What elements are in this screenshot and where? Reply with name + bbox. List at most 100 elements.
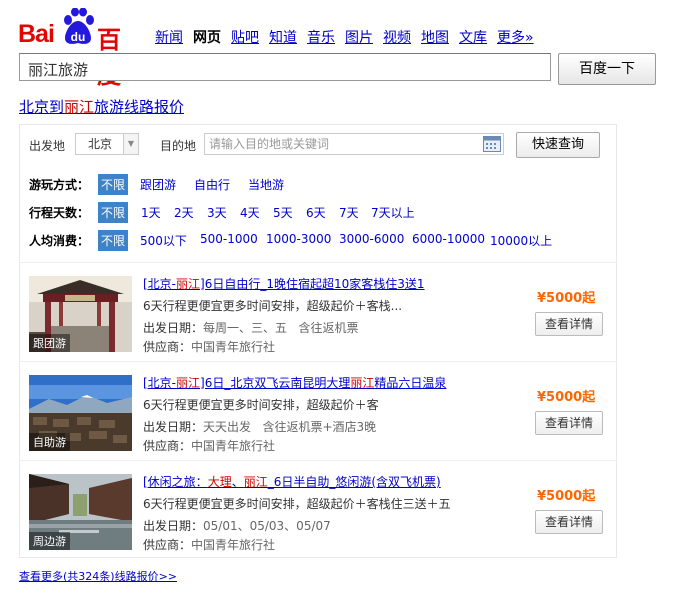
chevron-down-icon: ▼	[123, 134, 138, 154]
nav-link[interactable]: 知道	[269, 30, 297, 46]
title-text: ]6日自由行_1晚住宿起超10家客栈住3送1	[200, 277, 425, 291]
quick-query-button[interactable]: 快速查询	[516, 132, 600, 158]
filter-row-mode: 游玩方式： 不限 跟团游 自由行 当地游	[29, 174, 284, 195]
tour-extra: 含往返机票	[298, 321, 359, 335]
tour-thumbnail[interactable]: 自助游	[29, 375, 132, 451]
to-label: 目的地	[160, 139, 197, 153]
search-input[interactable]: 丽江旅游	[19, 53, 551, 81]
tour-date: 05/01、05/03、05/07	[203, 519, 331, 533]
tour-card: 周边游 [休闲之旅：大理、丽江_6日半自助_悠闲游(含双飞机票) 6天行程更便宜…	[19, 461, 617, 561]
nav-link[interactable]: 地图	[421, 30, 449, 46]
title-post: 旅游线路报价	[94, 98, 185, 116]
title-text: 精品六日温泉	[374, 376, 447, 390]
filter-row-days: 行程天数： 不限 1天 2天 3天 4天 5天 6天 7天 7天以上	[29, 202, 415, 223]
destination-input[interactable]: 请输入目的地或关键词	[204, 133, 504, 155]
title-text: [休闲之旅：	[143, 475, 208, 489]
filter-row-budget: 人均消费： 不限 500以下 500-1000 1000-3000 3000-6…	[29, 230, 552, 251]
tour-thumbnail[interactable]: 跟团游	[29, 276, 132, 352]
filter-option[interactable]: 500-1000	[200, 232, 258, 246]
filter-key: 人均消费：	[29, 234, 90, 248]
filter-option[interactable]: 3000-6000	[339, 232, 404, 246]
filter-option[interactable]: 2天	[174, 204, 194, 221]
from-select[interactable]: 北京 ▼	[75, 133, 139, 155]
nav-link[interactable]: 更多»	[497, 30, 534, 46]
nav-link[interactable]: 文库	[459, 30, 487, 46]
tour-supplier-line: 供应商：中国青年旅行社	[143, 338, 275, 355]
logo-latin: Bai	[18, 20, 55, 48]
tour-supplier: 中国青年旅行社	[191, 340, 276, 354]
date-label: 出发日期：	[143, 420, 204, 434]
title-text: _6日半自助_悠闲游(含双飞机票)	[267, 475, 441, 489]
nav-link[interactable]: 网页	[193, 30, 221, 46]
result-title-link[interactable]: 北京到丽江旅游线路报价	[19, 96, 184, 117]
tour-supplier-line: 供应商：中国青年旅行社	[143, 437, 275, 454]
filter-option[interactable]: 自由行	[194, 176, 230, 193]
title-text: [北京-	[143, 376, 177, 390]
tour-date-line: 出发日期：天天出发 含往返机票+酒店3晚	[143, 418, 376, 435]
supplier-label: 供应商：	[143, 538, 192, 552]
date-label: 出发日期：	[143, 321, 204, 335]
filter-option-selected[interactable]: 不限	[98, 230, 129, 251]
filter-option-selected[interactable]: 不限	[98, 174, 129, 195]
filter-option[interactable]: 6天	[306, 204, 326, 221]
title-text: [北京-	[143, 277, 177, 291]
tour-extra: 含往返机票+酒店3晚	[262, 420, 377, 434]
tour-type-tag: 周边游	[29, 532, 70, 550]
filter-key: 行程天数：	[29, 206, 90, 220]
nav-link[interactable]: 新闻	[155, 30, 183, 46]
tour-date: 每周一、三、五	[203, 321, 288, 335]
tour-date: 天天出发	[203, 420, 252, 434]
tour-title-link[interactable]: [北京-丽江]6日自由行_1晚住宿起超10家客栈住3送1	[143, 275, 425, 292]
tour-date-line: 出发日期：每周一、三、五 含往返机票	[143, 319, 359, 336]
title-text: 、	[231, 475, 244, 489]
supplier-label: 供应商：	[143, 340, 192, 354]
view-details-button[interactable]: 查看详情	[535, 312, 603, 336]
nav-link[interactable]: 音乐	[307, 30, 335, 46]
tour-price: ¥5000起	[537, 489, 596, 504]
top-nav: 新闻 网页 贴吧 知道 音乐 图片 视频 地图 文库 更多»	[155, 27, 544, 47]
tour-date-line: 出发日期：05/01、05/03、05/07	[143, 517, 331, 534]
filter-option[interactable]: 3天	[207, 204, 227, 221]
calendar-icon[interactable]	[483, 136, 501, 152]
filter-option[interactable]: 跟团游	[140, 176, 176, 193]
tour-description: 6天行程更便宜更多时间安排，超级起价＋客栈...	[143, 299, 403, 313]
tour-price: ¥5000起	[537, 390, 596, 405]
filter-option[interactable]: 10000以上	[490, 232, 552, 249]
tour-title-link[interactable]: [北京-丽江]6日_北京双飞云南昆明大理丽江精品六日温泉	[143, 374, 446, 391]
tour-supplier: 中国青年旅行社	[191, 538, 276, 552]
from-value: 北京	[88, 137, 113, 151]
title-pre: 北京到	[19, 98, 65, 116]
filter-option[interactable]: 4天	[240, 204, 260, 221]
filter-option[interactable]: 5天	[273, 204, 293, 221]
search-button[interactable]: 百度一下	[558, 53, 656, 85]
nav-link[interactable]: 贴吧	[231, 30, 259, 46]
tour-card: 自助游 [北京-丽江]6日_北京双飞云南昆明大理丽江精品六日温泉 6天行程更便宜…	[19, 362, 617, 462]
supplier-label: 供应商：	[143, 439, 192, 453]
date-label: 出发日期：	[143, 519, 204, 533]
tour-title-link[interactable]: [休闲之旅：大理、丽江_6日半自助_悠闲游(含双飞机票)	[143, 473, 441, 490]
filter-option[interactable]: 7天	[339, 204, 359, 221]
filter-key: 游玩方式：	[29, 178, 90, 192]
filter-option[interactable]: 1000-3000	[266, 232, 331, 246]
tour-description: 6天行程更便宜更多时间安排，超级起价＋客栈住三送＋五	[143, 497, 451, 511]
filter-option[interactable]: 1天	[141, 204, 161, 221]
from-label: 出发地	[29, 139, 66, 153]
filter-option[interactable]: 当地游	[248, 176, 284, 193]
filter-option[interactable]: 6000-10000	[412, 232, 485, 246]
tour-thumbnail[interactable]: 周边游	[29, 474, 132, 550]
filter-option-selected[interactable]: 不限	[98, 202, 129, 223]
title-highlight: 丽江	[176, 376, 201, 390]
title-highlight: 丽江	[350, 376, 375, 390]
view-details-button[interactable]: 查看详情	[535, 510, 603, 534]
filter-option[interactable]: 500以下	[140, 232, 187, 249]
nav-link[interactable]: 图片	[345, 30, 373, 46]
view-details-button[interactable]: 查看详情	[535, 411, 603, 435]
baidu-logo[interactable]: Bai du 百度	[18, 6, 138, 89]
view-more-link[interactable]: 查看更多(共324条)线路报价>>	[19, 568, 177, 584]
filter-option[interactable]: 7天以上	[371, 204, 415, 221]
nav-link[interactable]: 视频	[383, 30, 411, 46]
title-highlight: 丽江	[176, 277, 201, 291]
tour-price: ¥5000起	[537, 291, 596, 306]
tour-supplier-line: 供应商：中国青年旅行社	[143, 536, 275, 553]
logo-badge: du	[70, 30, 86, 44]
